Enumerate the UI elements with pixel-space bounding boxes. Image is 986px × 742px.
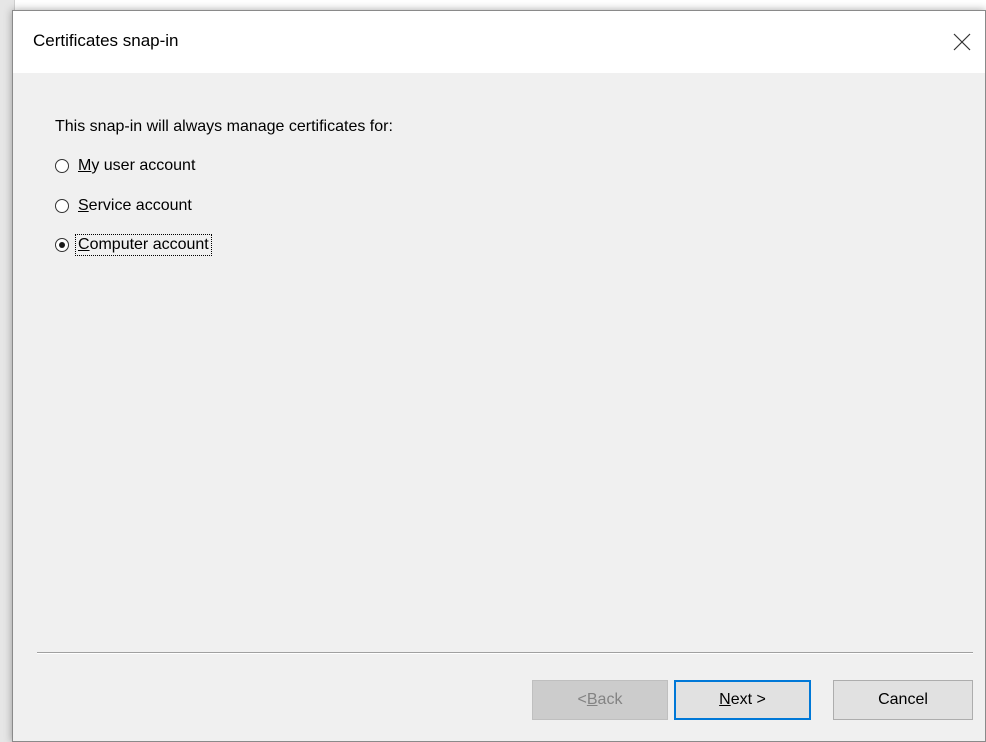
title-bar: Certificates snap-in <box>13 11 985 73</box>
radio-my-user-account[interactable]: My user account <box>55 156 197 176</box>
dialog-title: Certificates snap-in <box>33 31 179 50</box>
back-button[interactable]: < Back <box>532 680 668 720</box>
close-button[interactable] <box>939 11 985 73</box>
footer-separator <box>37 652 973 654</box>
next-button[interactable]: Next > <box>674 680 811 720</box>
radio-label: Computer account <box>75 234 212 256</box>
close-icon <box>953 33 971 51</box>
radio-label: Service account <box>78 197 192 214</box>
prompt-label: This snap-in will always manage certific… <box>55 118 393 135</box>
radio-button[interactable] <box>55 199 69 213</box>
radio-service-account[interactable]: Service account <box>55 196 194 216</box>
radio-computer-account[interactable]: Computer account <box>55 234 212 256</box>
certificates-snapin-dialog: Certificates snap-in This snap-in will a… <box>12 10 986 742</box>
radio-label: My user account <box>78 157 196 174</box>
cancel-button[interactable]: Cancel <box>833 680 973 720</box>
radio-selected-dot <box>59 242 65 248</box>
radio-button-selected[interactable] <box>55 238 69 252</box>
radio-button[interactable] <box>55 159 69 173</box>
